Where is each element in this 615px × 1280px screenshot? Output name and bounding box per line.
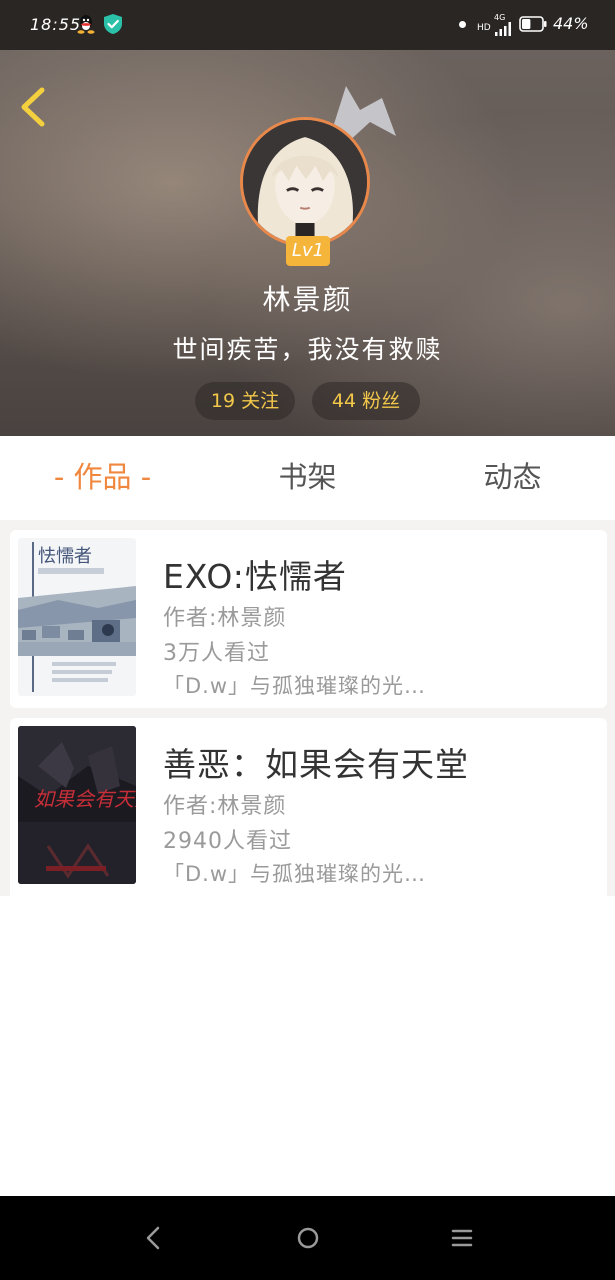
qq-icon	[77, 15, 95, 34]
following-count-button[interactable]: 19 关注	[195, 382, 295, 420]
chevron-left-icon[interactable]	[14, 84, 54, 130]
tab-works[interactable]: - 作品 -	[0, 454, 205, 500]
system-nav-bar	[0, 1196, 615, 1280]
book-author: 作者:林景颜	[163, 794, 287, 819]
level-badge: Lv1	[286, 236, 330, 266]
fans-count-button[interactable]: 44 粉丝	[312, 382, 420, 420]
book-views: 3万人看过	[163, 641, 270, 666]
book-cover: 如果会有天堂	[18, 726, 136, 884]
list-item[interactable]: 怯懦者 EXO:怯懦者 作者:林景颜 3万人看过 「D.w」与孤独璀璨的光…	[10, 530, 607, 708]
status-time: 18:55	[30, 15, 82, 34]
shield-check-icon	[104, 14, 122, 34]
tab-bookshelf[interactable]: 书架	[205, 454, 410, 500]
network-type-label: 4G	[494, 13, 506, 22]
avatar-illustration	[243, 120, 367, 244]
book-title: EXO:怯懦者	[163, 557, 347, 596]
book-cover: 怯懦者	[18, 538, 136, 696]
book-cover-illustration: 怯懦者	[18, 538, 136, 696]
works-list: 怯懦者 EXO:怯懦者 作者:林景颜 3万人看过 「D.w」与孤独璀璨的光… 如…	[0, 520, 615, 896]
cover-title: 如果会有天堂	[34, 787, 136, 811]
network-hd-label: HD	[477, 23, 491, 33]
book-cover-illustration: 如果会有天堂	[18, 726, 136, 884]
avatar[interactable]	[240, 117, 370, 247]
tab-activity[interactable]: 动态	[410, 454, 615, 500]
profile-tabs: - 作品 - 书架 动态	[0, 436, 615, 530]
battery-percent: 44%	[553, 14, 589, 33]
nav-menu-icon[interactable]	[442, 1218, 482, 1258]
book-title: 善恶：如果会有天堂	[163, 745, 469, 784]
profile-header: 18:55 HD 4G 44% Lv1 林景颜 世间疾苦，我没有救赎 19 关注…	[0, 0, 615, 436]
user-bio: 世间疾苦，我没有救赎	[172, 335, 443, 364]
status-bar: 18:55 HD 4G 44%	[0, 0, 615, 50]
book-description: 「D.w」与孤独璀璨的光…	[163, 674, 427, 698]
username: 林景颜	[262, 283, 353, 316]
list-item[interactable]: 如果会有天堂 善恶：如果会有天堂 作者:林景颜 2940人看过 「D.w」与孤独…	[10, 718, 607, 896]
signal-bars	[495, 22, 511, 36]
book-author: 作者:林景颜	[163, 606, 287, 631]
cover-title: 怯懦者	[38, 546, 92, 567]
book-views: 2940人看过	[163, 829, 292, 854]
signal-icon: HD 4G	[477, 13, 513, 37]
notification-dot-icon	[459, 21, 466, 28]
book-description: 「D.w」与孤独璀璨的光…	[163, 862, 427, 886]
nav-back-icon[interactable]	[134, 1218, 174, 1258]
battery-icon	[519, 16, 547, 32]
nav-home-icon[interactable]	[288, 1218, 328, 1258]
